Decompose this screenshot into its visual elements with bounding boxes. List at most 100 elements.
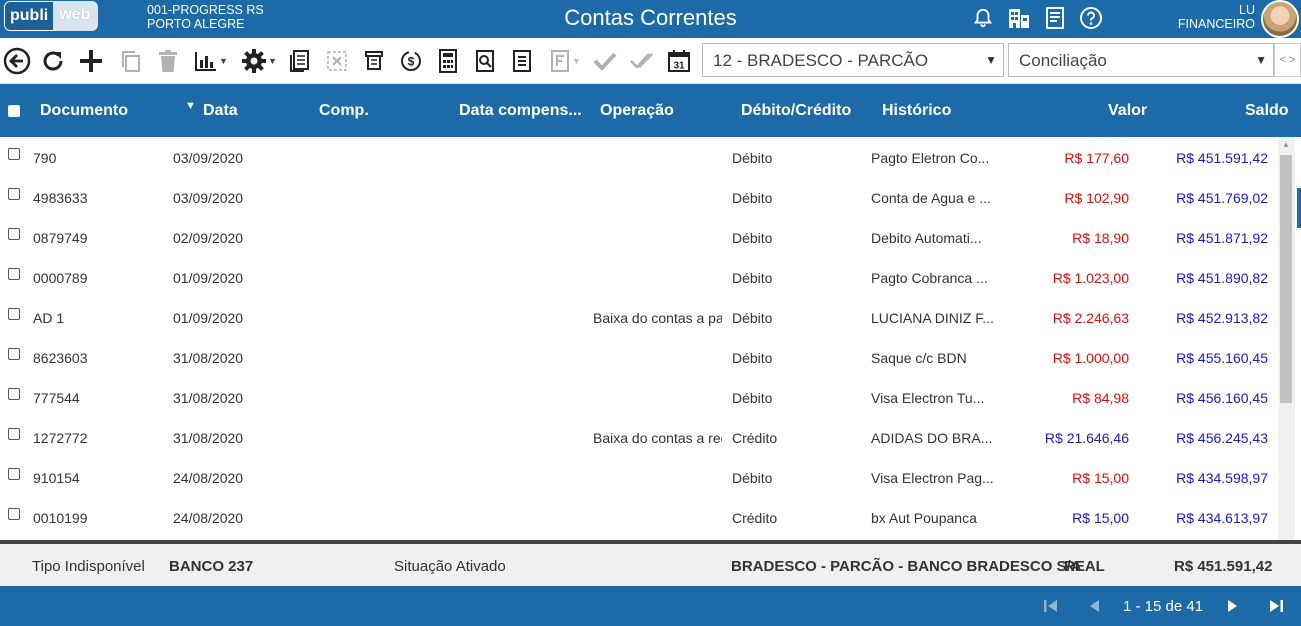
user-role: FINANCEIRO xyxy=(1177,17,1255,31)
double-check-icon[interactable] xyxy=(627,46,657,76)
table-row[interactable]: 0000789 01/09/2020 Débito Pagto Cobranca ..… xyxy=(0,257,1278,297)
cell-debito-credito: Crédito xyxy=(732,430,778,446)
cell-valor: R$ 15,00 xyxy=(1072,510,1129,526)
row-checkbox[interactable] xyxy=(8,388,20,400)
row-checkbox[interactable] xyxy=(8,268,20,280)
side-tab[interactable] xyxy=(1297,188,1301,228)
scrollbar[interactable]: ▲ xyxy=(1278,137,1295,540)
form-menu-icon[interactable]: ▼ xyxy=(544,46,586,76)
table-row[interactable]: 790 03/09/2020 Débito Pagto Eletron Co... R$… xyxy=(0,137,1278,177)
table-row[interactable]: 8623603 31/08/2020 Débito Saque c/c BDN R$ 1… xyxy=(0,337,1278,377)
row-checkbox[interactable] xyxy=(8,228,20,240)
summary-tipo: Tipo Indisponível xyxy=(32,558,145,575)
calendar-icon[interactable]: 31 xyxy=(664,46,694,76)
table-row[interactable]: 1272772 31/08/2020 Baixa do contas a rec Cr… xyxy=(0,417,1278,457)
chart-menu-icon[interactable]: ▼ xyxy=(190,46,232,76)
gear-menu-icon[interactable]: ▼ xyxy=(238,46,280,76)
list-doc-icon[interactable] xyxy=(507,46,537,76)
cell-saldo: R$ 456.245,43 xyxy=(1176,430,1268,446)
column-header-debito-credito[interactable]: Débito/Crédito xyxy=(741,102,851,120)
cell-historico: Pagto Cobranca ... xyxy=(871,270,988,286)
column-header-operacao[interactable]: Operação xyxy=(600,102,674,120)
cell-historico: Pagto Eletron Co... xyxy=(871,150,990,166)
cell-debito-credito: Débito xyxy=(732,470,773,486)
cell-historico: LUCIANA DINIZ F... xyxy=(871,310,994,326)
cell-valor: R$ 84,98 xyxy=(1072,390,1129,406)
publiweb-logo[interactable]: publi web xyxy=(4,1,99,31)
cell-documento: 4983633 xyxy=(33,190,88,206)
column-header-saldo[interactable]: Saldo xyxy=(1245,102,1289,120)
cell-data: 03/09/2020 xyxy=(173,190,244,206)
trash-icon[interactable] xyxy=(153,46,183,76)
cell-data: 01/09/2020 xyxy=(173,310,244,326)
account-select[interactable]: 12 - BRADESCO - PARCÃO ▼ xyxy=(702,43,1004,77)
last-page-icon[interactable] xyxy=(1266,596,1286,616)
table-row[interactable]: 910154 24/08/2020 Débito Visa Electron Pag.… xyxy=(0,457,1278,497)
refresh-icon[interactable] xyxy=(38,46,68,76)
company-info[interactable]: 001-PROGRESS RS PORTO ALEGRE xyxy=(147,3,264,31)
cell-documento: AD 1 xyxy=(33,310,65,326)
money-cycle-icon[interactable]: $ xyxy=(396,46,426,76)
scroll-up-icon[interactable]: ▲ xyxy=(1282,140,1290,149)
table-row[interactable]: 777544 31/08/2020 Débito Visa Electron Tu..… xyxy=(0,377,1278,417)
back-icon[interactable] xyxy=(2,46,32,76)
next-page-icon[interactable] xyxy=(1223,596,1243,616)
table-row[interactable]: 0879749 02/09/2020 Débito Debito Automati..… xyxy=(0,217,1278,257)
cell-valor: R$ 102,90 xyxy=(1064,190,1129,206)
cell-operacao: Baixa do contas a pag xyxy=(593,310,722,326)
cell-data: 24/08/2020 xyxy=(173,470,244,486)
table-row[interactable]: AD 1 01/09/2020 Baixa do contas a pag Débit… xyxy=(0,297,1278,337)
avatar[interactable] xyxy=(1261,0,1299,38)
help-icon[interactable] xyxy=(1078,5,1104,31)
calculator-icon[interactable] xyxy=(433,46,463,76)
column-header-documento[interactable]: Documento xyxy=(40,102,128,120)
column-header-historico[interactable]: Histórico xyxy=(882,102,951,120)
document-icon[interactable] xyxy=(1042,5,1068,31)
row-checkbox[interactable] xyxy=(8,428,20,440)
cell-data: 03/09/2020 xyxy=(173,150,244,166)
first-page-icon[interactable] xyxy=(1041,596,1061,616)
column-header-data[interactable]: Data xyxy=(203,102,238,120)
scrollbar-thumb[interactable] xyxy=(1280,155,1292,403)
add-icon[interactable] xyxy=(76,46,106,76)
search-doc-icon[interactable] xyxy=(470,46,500,76)
svg-text:$: $ xyxy=(408,55,415,69)
scroll-arrows-icon[interactable]: < > xyxy=(1274,43,1301,77)
bell-icon[interactable] xyxy=(970,5,996,31)
table-row[interactable]: 4983633 03/09/2020 Débito Conta de Agua e .… xyxy=(0,177,1278,217)
report-icon[interactable] xyxy=(285,46,315,76)
row-checkbox[interactable] xyxy=(8,148,20,160)
row-checkbox[interactable] xyxy=(8,508,20,520)
cell-valor: R$ 2.246,63 xyxy=(1052,310,1129,326)
cell-historico: bx Aut Poupanca xyxy=(871,510,977,526)
account-select-value: 12 - BRADESCO - PARCÃO xyxy=(713,51,929,70)
copy-icon[interactable] xyxy=(116,46,146,76)
column-header-data-compensacao[interactable]: Data compens... xyxy=(459,102,582,120)
cell-documento: 910154 xyxy=(33,470,80,486)
user-info[interactable]: LU FINANCEIRO xyxy=(1178,3,1255,31)
row-checkbox[interactable] xyxy=(8,348,20,360)
select-all-checkbox[interactable] xyxy=(8,105,20,117)
cell-data: 01/09/2020 xyxy=(173,270,244,286)
chevron-down-icon: ▼ xyxy=(1255,53,1267,67)
prev-page-icon[interactable] xyxy=(1084,596,1104,616)
cell-debito-credito: Débito xyxy=(732,310,773,326)
cell-saldo: R$ 451.769,02 xyxy=(1176,190,1268,206)
row-checkbox[interactable] xyxy=(8,468,20,480)
summary-moeda: REAL xyxy=(1064,558,1105,575)
stamp-icon[interactable] xyxy=(359,46,389,76)
check-icon[interactable] xyxy=(590,46,620,76)
column-header-valor[interactable]: Valor xyxy=(1108,102,1147,120)
cell-data: 02/09/2020 xyxy=(173,230,244,246)
row-checkbox[interactable] xyxy=(8,188,20,200)
cell-saldo: R$ 452.913,82 xyxy=(1176,310,1268,326)
cell-debito-credito: Débito xyxy=(732,150,773,166)
cell-debito-credito: Débito xyxy=(732,270,773,286)
column-header-comp[interactable]: Comp. xyxy=(319,102,369,120)
building-icon[interactable] xyxy=(1006,5,1032,31)
mode-select[interactable]: Conciliação ▼ xyxy=(1008,43,1274,77)
cancel-box-icon[interactable] xyxy=(322,46,352,76)
table-row[interactable]: 0010199 24/08/2020 Crédito bx Aut Poupanca R… xyxy=(0,497,1278,537)
row-checkbox[interactable] xyxy=(8,308,20,320)
table-header: Documento ▼ Data Comp. Data compens... O… xyxy=(0,84,1301,137)
